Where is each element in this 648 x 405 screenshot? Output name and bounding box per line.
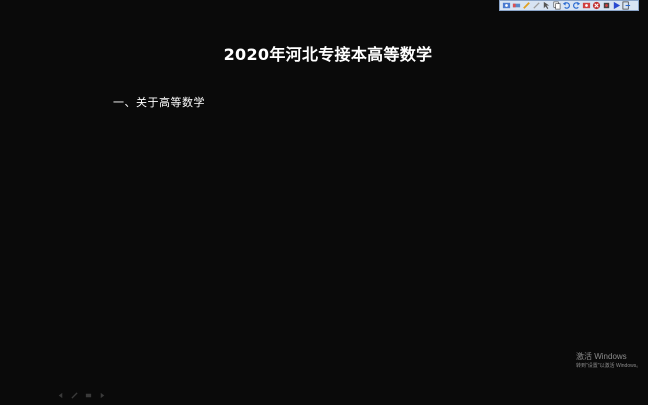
- exit-icon[interactable]: [622, 1, 631, 10]
- pen-tool-icon[interactable]: [70, 391, 78, 399]
- slides-icon[interactable]: [84, 391, 92, 399]
- record-icon[interactable]: [602, 1, 611, 10]
- prev-arrow-icon[interactable]: [56, 391, 64, 399]
- next-arrow-icon[interactable]: [98, 391, 106, 399]
- section-heading: 一、关于高等数学: [113, 96, 205, 109]
- slideshow-controls: [56, 391, 106, 399]
- highlighter-icon[interactable]: [532, 1, 541, 10]
- undo-icon[interactable]: [562, 1, 571, 10]
- slide-screen: 2020年河北专接本高等数学 一、关于高等数学 激活 Windows 转到"设置…: [0, 0, 648, 405]
- photo-icon[interactable]: [502, 1, 511, 10]
- eraser-icon[interactable]: [512, 1, 521, 10]
- copy-icon[interactable]: [552, 1, 561, 10]
- windows-activation-watermark: 激活 Windows 转到"设置"以激活 Windows。: [576, 352, 641, 370]
- pen-icon[interactable]: [522, 1, 531, 10]
- redo-icon[interactable]: [572, 1, 581, 10]
- capture-icon[interactable]: [582, 1, 591, 10]
- annotation-toolbar: [499, 0, 639, 11]
- pointer-icon[interactable]: [542, 1, 551, 10]
- play-icon[interactable]: [612, 1, 621, 10]
- watermark-title: 激活 Windows: [576, 352, 627, 361]
- slide-title: 2020年河北专接本高等数学: [223, 45, 433, 64]
- clear-icon[interactable]: [592, 1, 601, 10]
- watermark-subtitle: 转到"设置"以激活 Windows。: [576, 363, 642, 369]
